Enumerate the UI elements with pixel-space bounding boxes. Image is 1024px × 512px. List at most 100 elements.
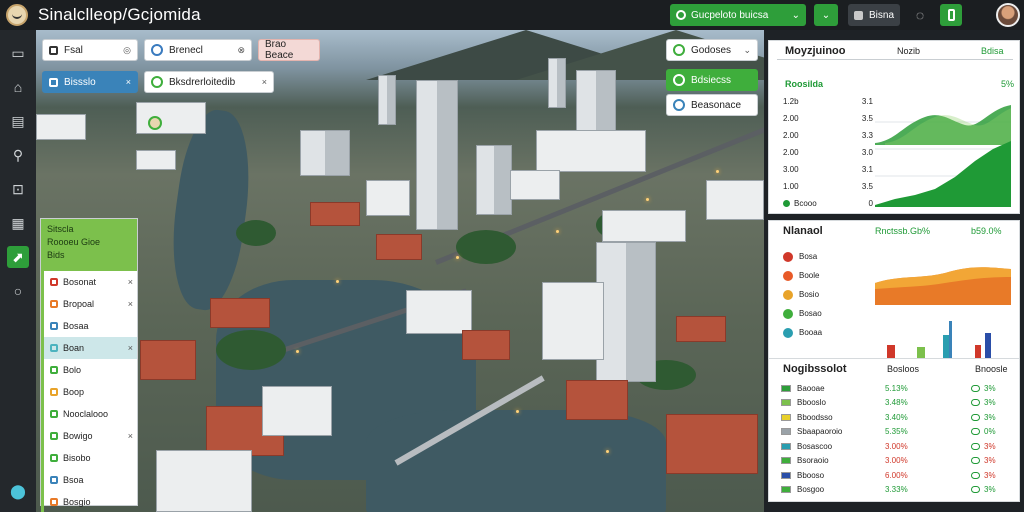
layer-row[interactable]: Boan × <box>41 337 137 359</box>
map-active-chip[interactable]: Bissslo × <box>42 71 138 93</box>
legend-item[interactable]: Bosa <box>783 247 873 266</box>
top-dropdown[interactable]: Gucpeloto buicsa ⌄ <box>670 4 806 26</box>
account-button-label: Bisna <box>868 9 894 21</box>
summary-row-value: 3.5 <box>861 114 873 123</box>
toggle-icon[interactable] <box>971 486 980 494</box>
map-option-chip[interactable]: Beasonace <box>666 94 758 116</box>
map-tag-chip[interactable]: Brao Beace <box>258 39 320 61</box>
layers-header-line: Sitscla <box>47 224 74 234</box>
legend-swatch-icon <box>783 327 793 338</box>
summary-row-label: 1.00 <box>783 182 799 191</box>
chevron-down-icon: ⌄ <box>791 9 800 21</box>
stats-col-header: Bosloos <box>887 364 920 374</box>
stats-row-value: 3% <box>984 398 996 408</box>
pin-icon[interactable]: ⚲ <box>7 144 29 166</box>
globe-icon <box>673 44 685 56</box>
legend-item[interactable]: Booaa <box>783 323 873 342</box>
phone-button[interactable] <box>940 4 962 26</box>
map-dropdown-label: Godoses <box>691 44 732 56</box>
chart-icon[interactable]: ⬈ <box>7 246 29 268</box>
map-green-chip[interactable]: Bdsiecss <box>666 69 758 91</box>
expand-button[interactable]: ⌄ <box>814 4 838 26</box>
close-icon[interactable]: × <box>128 431 133 441</box>
stats-row-value: 3.00% <box>885 456 908 466</box>
layer-row[interactable]: Bosonat × <box>41 271 137 293</box>
summary-row-value: 3.1 <box>861 165 873 174</box>
summary-row-label: Bcooo <box>794 199 817 208</box>
row-swatch-icon <box>781 413 791 421</box>
avatar[interactable] <box>996 3 1020 27</box>
tree-cluster <box>456 230 516 264</box>
map-filter-chip[interactable]: Fsal ◎ <box>42 39 138 61</box>
layer-label: Bolo <box>63 365 82 375</box>
legend-swatch-icon <box>783 308 793 319</box>
toggle-icon[interactable] <box>971 457 980 465</box>
layer-label: Boan <box>63 343 85 353</box>
map-marker-icon[interactable] <box>148 116 162 130</box>
street-light <box>716 170 719 173</box>
layer-row[interactable]: Bisobo <box>41 447 137 469</box>
calendar-icon[interactable]: ▦ <box>7 212 29 234</box>
row-swatch-icon <box>781 471 791 479</box>
breakdown-chart <box>875 267 1011 363</box>
close-icon[interactable]: × <box>128 277 133 287</box>
summary-row-value: 3.0 <box>861 148 873 157</box>
legend-item[interactable]: Boole <box>783 266 873 285</box>
toggle-icon[interactable] <box>971 471 980 479</box>
summary-row-value: 3.3 <box>861 131 873 140</box>
layer-row[interactable]: Nooclalooo <box>41 403 137 425</box>
toggle-icon[interactable] <box>971 413 980 421</box>
home-icon[interactable]: ⌂ <box>7 76 29 98</box>
building <box>300 130 350 176</box>
layer-row[interactable]: Bropoal × <box>41 293 137 315</box>
legend-item[interactable]: Bosio <box>783 285 873 304</box>
legend-label: Booaa <box>799 328 823 337</box>
toggle-icon[interactable] <box>971 442 980 450</box>
layers-header-line: Bids <box>47 250 65 260</box>
summary-row: 1.00 3.5 <box>783 178 873 195</box>
layer-row[interactable]: Bowigo × <box>41 425 137 447</box>
account-button[interactable]: Bisna <box>848 4 900 26</box>
stats-row-label: Bosgoo <box>797 485 825 495</box>
map-dropdown-chip[interactable]: Godoses ⌄ <box>666 39 758 61</box>
summary-row: 2.00 3.0 <box>783 144 873 161</box>
stats-row-label: Sbaapaoroio <box>797 427 843 437</box>
map-search-chip[interactable]: Bksdrerloitedib × <box>144 71 274 93</box>
layer-row[interactable]: Boop <box>41 381 137 403</box>
building <box>462 330 510 360</box>
folder-icon[interactable]: ▭ <box>7 42 29 64</box>
briefcase-icon[interactable]: ⊡ <box>7 178 29 200</box>
map-layer-chip[interactable]: Brenecl ⊗ <box>144 39 252 61</box>
search-icon[interactable]: ○ <box>7 280 29 302</box>
stats-row-value: 3% <box>984 470 996 480</box>
close-icon[interactable]: × <box>128 343 133 353</box>
toggle-icon[interactable] <box>971 428 980 436</box>
summary-card-header-1: Nozib <box>897 46 921 56</box>
layer-row[interactable]: Bosgio <box>41 491 137 512</box>
layer-row[interactable]: Bolo <box>41 359 137 381</box>
close-icon[interactable]: × <box>128 299 133 309</box>
stats-row-label: Bboodsso <box>797 412 833 422</box>
building <box>156 450 252 512</box>
river-shape <box>162 106 260 314</box>
street-light <box>456 256 459 259</box>
location-icon[interactable]: ⬤ <box>10 483 26 500</box>
summary-row: 3.00 3.1 <box>783 161 873 178</box>
app-logo-icon <box>6 4 28 26</box>
building <box>136 150 176 170</box>
stats-row-value: 3.48% <box>885 398 908 408</box>
document-icon[interactable]: ▤ <box>7 110 29 132</box>
layer-row[interactable]: Bsoa <box>41 469 137 491</box>
summary-row-value: 3.5 <box>861 182 873 191</box>
summary-card-subtitle-value: 5% <box>1001 79 1015 89</box>
layer-color-icon <box>50 278 58 286</box>
legend-item[interactable]: Bosao <box>783 304 873 323</box>
map-search-label: Bksdrerloitedib <box>169 76 236 88</box>
chat-button[interactable]: ◌ <box>910 4 930 26</box>
stats-row-value: 3.33% <box>885 485 908 495</box>
city-map[interactable]: Fsal ◎ Brenecl ⊗ Brao Beace Bissslo × Bk… <box>36 30 764 512</box>
toggle-icon[interactable] <box>971 399 980 407</box>
toggle-icon[interactable] <box>971 384 980 392</box>
layer-icon <box>673 74 685 86</box>
layer-row[interactable]: Bosaa <box>41 315 137 337</box>
